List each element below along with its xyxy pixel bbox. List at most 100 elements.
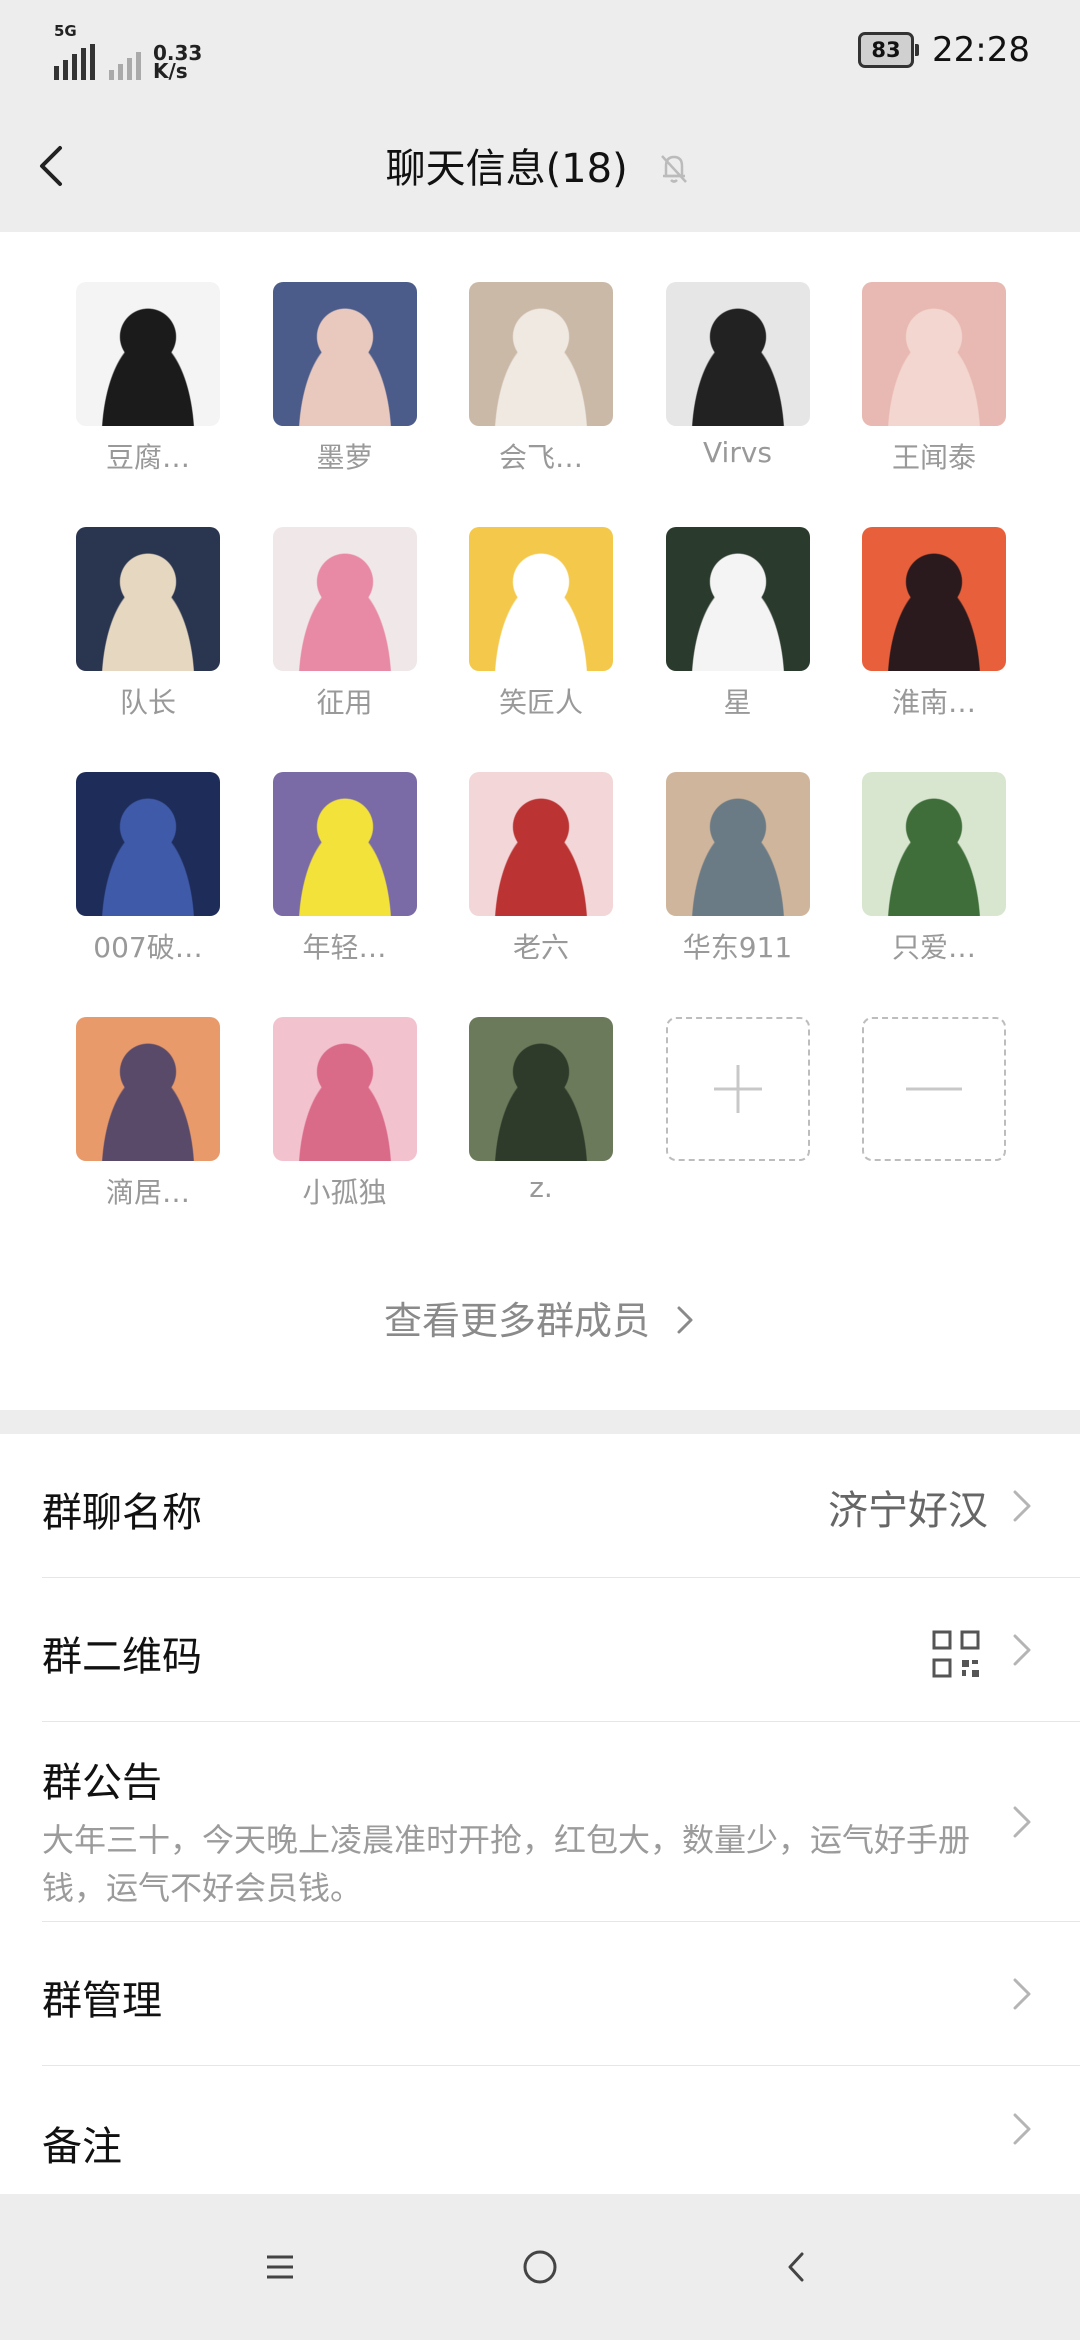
member-name: 只爱… <box>891 931 976 964</box>
member-item[interactable]: 小孤独 <box>272 1017 417 1262</box>
signal-area: 5G 0.33 K/s <box>54 22 202 81</box>
group-name-label: 群聊名称 <box>42 1490 202 1536</box>
member-name: z. <box>529 1171 553 1204</box>
member-name: 007破… <box>93 931 203 964</box>
chevron-right-icon <box>677 1306 693 1334</box>
chevron-right-icon <box>1013 1806 1031 1837</box>
members-row: 队长 征用 笑匠人 星 淮南… <box>76 527 1006 772</box>
member-name: Virvs <box>703 436 772 469</box>
chevron-right-icon <box>1013 1490 1031 1521</box>
minus-icon <box>862 1017 1006 1161</box>
member-item[interactable]: z. <box>469 1017 613 1262</box>
avatar <box>469 1017 613 1161</box>
member-item[interactable]: 笑匠人 <box>469 527 613 772</box>
remove-member-button[interactable] <box>862 1017 1006 1262</box>
avatar <box>469 772 613 916</box>
settings-list: 群聊名称 济宁好汉 群二维码 群公告 大年三十，今天晚上凌晨准时开抢，红包大，数… <box>0 1434 1080 2194</box>
avatar <box>665 772 810 916</box>
menu-icon[interactable] <box>253 2240 307 2294</box>
signal-bars-secondary-icon <box>109 40 141 80</box>
avatar <box>272 282 417 426</box>
member-item[interactable]: 星 <box>665 527 810 772</box>
status-bar: 5G 0.33 K/s 83 22:28 <box>0 0 1080 100</box>
group-notice-row[interactable]: 群公告 大年三十，今天晚上凌晨准时开抢，红包大，数量少，运气好手册钱，运气不好会… <box>42 1722 1080 1922</box>
member-item[interactable]: 只爱… <box>862 772 1006 1017</box>
avatar <box>862 527 1006 671</box>
avatar <box>76 282 220 426</box>
members-panel: 豆腐… 墨萝 会飞… Virvs 王闻泰队长 征用 笑匠人 星 淮南… 007破… 年轻… 老六 华东9… <box>0 232 1080 1410</box>
avatar <box>469 527 613 671</box>
member-item[interactable]: 年轻… <box>272 772 417 1017</box>
member-item[interactable]: 队长 <box>76 527 220 772</box>
group-name-row[interactable]: 群聊名称 济宁好汉 <box>42 1434 1080 1578</box>
members-row: 滴居… 小孤独 z. <box>76 1017 1006 1262</box>
qr-code-icon <box>932 1630 980 1678</box>
back-triangle-icon[interactable] <box>770 2240 824 2294</box>
status-right: 83 22:28 <box>858 30 1030 70</box>
avatar <box>665 282 810 426</box>
avatar <box>862 772 1006 916</box>
avatar <box>862 282 1006 426</box>
member-name: 星 <box>723 686 752 719</box>
member-name: 小孤独 <box>302 1176 387 1209</box>
group-manage-row[interactable]: 群管理 <box>42 1922 1080 2066</box>
group-name-value: 济宁好汉 <box>828 1488 988 1534</box>
clock: 22:28 <box>932 30 1030 70</box>
member-item[interactable]: 会飞… <box>469 282 613 527</box>
chevron-right-icon <box>1013 2113 1031 2145</box>
member-item[interactable]: 老六 <box>469 772 613 1017</box>
member-item[interactable]: 淮南… <box>862 527 1006 772</box>
group-qr-label: 群二维码 <box>42 1634 202 1680</box>
signal-bars-icon <box>54 40 95 80</box>
battery-icon: 83 <box>858 32 920 68</box>
member-name: 队长 <box>119 686 176 719</box>
plus-icon <box>665 1017 810 1161</box>
member-item[interactable]: 滴居… <box>76 1017 220 1262</box>
avatar <box>469 282 613 426</box>
members-grid: 豆腐… 墨萝 会飞… Virvs 王闻泰队长 征用 笑匠人 星 淮南… 007破… 年轻… 老六 华东9… <box>76 282 1006 1262</box>
member-name: 墨萝 <box>316 441 373 474</box>
avatar <box>76 772 220 916</box>
member-name: 淮南… <box>891 686 976 719</box>
page-title: 聊天信息(18) <box>385 146 628 192</box>
avatar <box>665 527 810 671</box>
network-type: 5G <box>54 22 77 40</box>
group-notice-label: 群公告 <box>42 1760 162 1806</box>
avatar <box>76 527 220 671</box>
member-item[interactable]: 墨萝 <box>272 282 417 527</box>
members-row: 豆腐… 墨萝 会飞… Virvs 王闻泰 <box>76 282 1006 527</box>
header: 聊天信息(18) <box>0 100 1080 232</box>
add-member-button[interactable] <box>665 1017 810 1262</box>
member-name: 会飞… <box>498 441 583 474</box>
home-circle-icon[interactable] <box>513 2240 567 2294</box>
see-more-label: 查看更多群成员 <box>383 1299 650 1343</box>
group-notice-text: 大年三十，今天晚上凌晨准时开抢，红包大，数量少，运气好手册钱，运气不好会员钱。 <box>42 1821 971 1907</box>
remark-row[interactable]: 备注 <box>42 2066 1080 2192</box>
member-item[interactable]: 007破… <box>76 772 220 1017</box>
avatar <box>272 527 417 671</box>
group-qr-row[interactable]: 群二维码 <box>42 1578 1080 1722</box>
see-more-members[interactable]: 查看更多群成员 <box>0 1290 1080 1345</box>
chevron-right-icon <box>1013 1978 1031 2009</box>
member-item[interactable]: 豆腐… <box>76 282 220 527</box>
avatar <box>272 1017 417 1161</box>
member-name: 华东911 <box>682 931 793 964</box>
remark-label: 备注 <box>42 2124 122 2170</box>
avatar <box>76 1017 220 1161</box>
member-item[interactable]: 王闻泰 <box>862 282 1006 527</box>
member-name: 笑匠人 <box>498 686 583 719</box>
member-name: 豆腐… <box>105 441 190 474</box>
member-name: 王闻泰 <box>891 441 976 474</box>
member-name: 征用 <box>316 686 373 719</box>
member-item[interactable]: Virvs <box>665 282 810 527</box>
avatar <box>272 772 417 916</box>
signal-5g: 5G <box>54 22 95 80</box>
group-manage-label: 群管理 <box>42 1978 162 2024</box>
member-name: 老六 <box>512 931 569 964</box>
member-item[interactable]: 华东911 <box>665 772 810 1017</box>
chevron-right-icon <box>1013 1634 1031 1665</box>
title-row: 聊天信息(18) <box>0 136 1080 194</box>
member-item[interactable]: 征用 <box>272 527 417 772</box>
network-speed: 0.33 K/s <box>153 43 202 81</box>
bell-off-icon <box>661 155 688 183</box>
